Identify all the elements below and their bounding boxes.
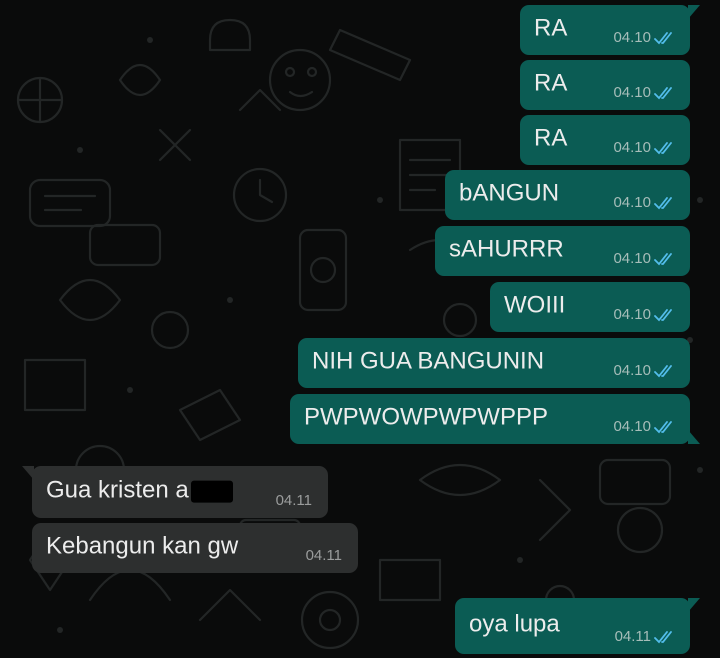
message-time: 04.10 bbox=[613, 362, 651, 379]
message-meta: 04.10 bbox=[613, 251, 676, 267]
message-bubble-outgoing[interactable]: RA 04.10 bbox=[520, 60, 690, 110]
message-time: 04.10 bbox=[613, 250, 651, 267]
message-time: 04.10 bbox=[613, 84, 651, 101]
message-text: RA bbox=[534, 124, 568, 152]
message-meta: 04.10 bbox=[613, 85, 676, 101]
message-text: Gua kristen a bbox=[46, 477, 233, 505]
message-time: 04.11 bbox=[275, 492, 312, 509]
message-time: 04.11 bbox=[614, 628, 651, 645]
message-meta: 04.10 bbox=[613, 363, 676, 379]
message-time: 04.11 bbox=[305, 547, 342, 564]
message-bubble-outgoing[interactable]: sAHURRR 04.10 bbox=[435, 226, 690, 276]
message-meta: 04.11 bbox=[615, 629, 676, 645]
double-tick-read-icon bbox=[654, 253, 672, 266]
message-text: RA bbox=[534, 14, 568, 42]
message-bubble-outgoing[interactable]: RA 04.10 bbox=[520, 5, 700, 55]
double-tick-read-icon bbox=[654, 631, 672, 644]
message-bubble-outgoing[interactable]: WOIII 04.10 bbox=[490, 282, 690, 332]
message-time: 04.10 bbox=[613, 306, 651, 323]
double-tick-read-icon bbox=[654, 87, 672, 100]
message-bubble-outgoing[interactable]: PWPWOWPWPWPPP 04.10 bbox=[290, 394, 700, 444]
double-tick-read-icon bbox=[654, 142, 672, 155]
message-meta: 04.10 bbox=[613, 140, 676, 156]
message-time: 04.10 bbox=[613, 139, 651, 156]
message-meta: 04.10 bbox=[613, 195, 676, 211]
redaction-mark bbox=[190, 480, 233, 503]
message-bubble-incoming[interactable]: Gua kristen a 04.11 bbox=[22, 466, 328, 518]
double-tick-read-icon bbox=[654, 197, 672, 210]
message-bubble-outgoing[interactable]: RA 04.10 bbox=[520, 115, 690, 165]
message-meta: 04.10 bbox=[613, 30, 676, 46]
message-time: 04.10 bbox=[613, 29, 651, 46]
message-bubble-incoming[interactable]: Kebangun kan gw 04.11 bbox=[32, 523, 358, 573]
message-meta: 04.10 bbox=[613, 307, 676, 323]
message-text: Kebangun kan gw bbox=[46, 532, 239, 560]
double-tick-read-icon bbox=[654, 32, 672, 45]
message-bubble-outgoing[interactable]: bANGUN 04.10 bbox=[445, 170, 690, 220]
double-tick-read-icon bbox=[654, 421, 672, 434]
message-meta: 04.11 bbox=[276, 493, 312, 509]
message-bubble-outgoing[interactable]: NIH GUA BANGUNIN 04.10 bbox=[298, 338, 690, 388]
double-tick-read-icon bbox=[654, 309, 672, 322]
message-meta: 04.10 bbox=[613, 419, 676, 435]
message-text: RA bbox=[534, 69, 568, 97]
message-text: PWPWOWPWPWPPP bbox=[304, 403, 548, 431]
chat-messages: RA 04.10 RA 04.10 RA 04.10 bANGUN 04.10 … bbox=[0, 0, 720, 658]
message-text: oya lupa bbox=[469, 610, 560, 638]
message-time: 04.10 bbox=[613, 418, 651, 435]
message-text: sAHURRR bbox=[449, 235, 564, 263]
double-tick-read-icon bbox=[654, 365, 672, 378]
message-time: 04.10 bbox=[613, 194, 651, 211]
message-text: bANGUN bbox=[459, 179, 560, 207]
message-text: NIH GUA BANGUNIN bbox=[312, 347, 545, 375]
message-meta: 04.11 bbox=[306, 548, 342, 564]
message-text: WOIII bbox=[504, 291, 566, 319]
message-bubble-outgoing[interactable]: oya lupa 04.11 bbox=[455, 598, 700, 654]
